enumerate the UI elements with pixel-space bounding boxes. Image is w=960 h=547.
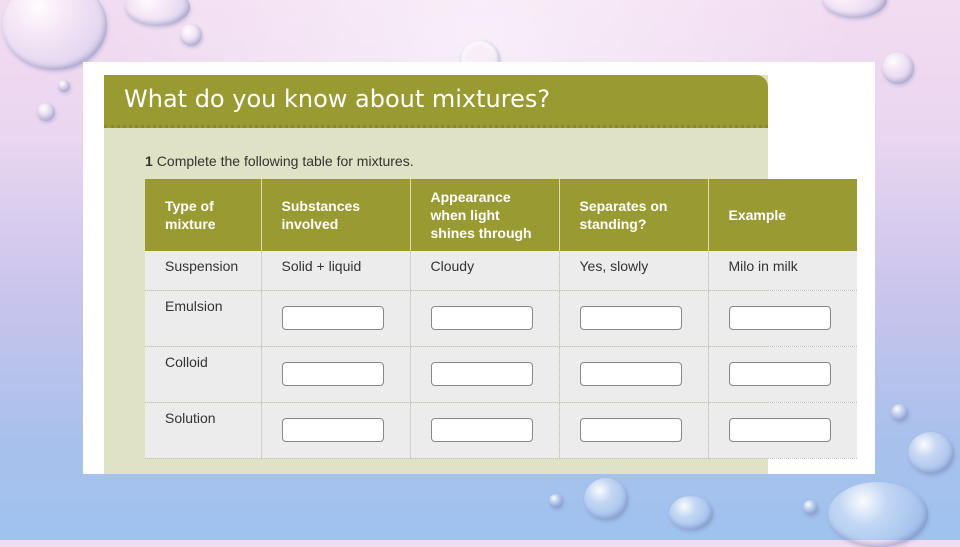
water-droplet (180, 24, 202, 46)
water-droplet (908, 432, 954, 474)
answer-cell (410, 290, 560, 347)
cell-type: Suspension (145, 251, 262, 291)
table-row: Solution (145, 402, 857, 459)
answer-input[interactable] (728, 418, 831, 442)
answer-input[interactable] (281, 418, 384, 442)
answer-input[interactable] (281, 362, 384, 386)
answer-input[interactable] (579, 306, 682, 330)
water-droplet (669, 496, 713, 530)
cell-type: Solution (145, 402, 262, 459)
answer-cell (410, 402, 560, 459)
table-row: Colloid (145, 346, 857, 403)
water-droplet (549, 494, 563, 508)
cell-separates: Yes, slowly (559, 251, 709, 291)
title-bar: What do you know about mixtures? (104, 75, 768, 128)
column-header-separates: Separates on standing? (559, 179, 709, 251)
page-title: What do you know about mixtures? (124, 85, 551, 113)
answer-input[interactable] (430, 362, 533, 386)
slide-content: What do you know about mixtures? 1 Comple… (83, 62, 875, 474)
answer-input[interactable] (430, 306, 533, 330)
answer-input[interactable] (430, 418, 533, 442)
cell-type: Colloid (145, 346, 262, 403)
cell-example: Milo in milk (708, 251, 857, 291)
column-header-appearance: Appearance when light shines through (410, 179, 560, 251)
instruction: 1 Complete the following table for mixtur… (145, 153, 414, 169)
water-droplet (58, 80, 70, 92)
answer-input[interactable] (728, 306, 831, 330)
mixtures-table: Type of mixture Substances involved Appear… (145, 179, 857, 459)
table-row: Emulsion (145, 290, 857, 347)
answer-cell (261, 290, 411, 347)
answer-cell (261, 402, 411, 459)
table-row: Suspension Solid + liquid Cloudy Yes, sl… (145, 251, 857, 291)
column-header-example: Example (708, 179, 857, 251)
answer-cell (559, 290, 709, 347)
cell-type: Emulsion (145, 290, 262, 347)
table-header-row: Type of mixture Substances involved Appear… (145, 179, 857, 251)
answer-input[interactable] (281, 306, 384, 330)
water-droplet (882, 52, 914, 84)
answer-cell (708, 290, 857, 347)
cell-substances: Solid + liquid (261, 251, 411, 291)
column-header-type: Type of mixture (145, 179, 262, 251)
answer-cell (559, 402, 709, 459)
answer-cell (410, 346, 560, 403)
instruction-text: Complete the following table for mixture… (156, 153, 414, 169)
water-droplet (803, 500, 818, 515)
answer-input[interactable] (728, 362, 831, 386)
cell-appearance: Cloudy (410, 251, 560, 291)
water-droplet (37, 103, 55, 121)
water-droplet (584, 478, 628, 520)
water-droplet (891, 404, 908, 421)
water-droplet (828, 482, 928, 547)
answer-input[interactable] (579, 418, 682, 442)
question-number: 1 (145, 153, 153, 169)
column-header-substances: Substances involved (261, 179, 411, 251)
answer-cell (261, 346, 411, 403)
answer-cell (708, 346, 857, 403)
answer-cell (708, 402, 857, 459)
answer-input[interactable] (579, 362, 682, 386)
answer-cell (559, 346, 709, 403)
